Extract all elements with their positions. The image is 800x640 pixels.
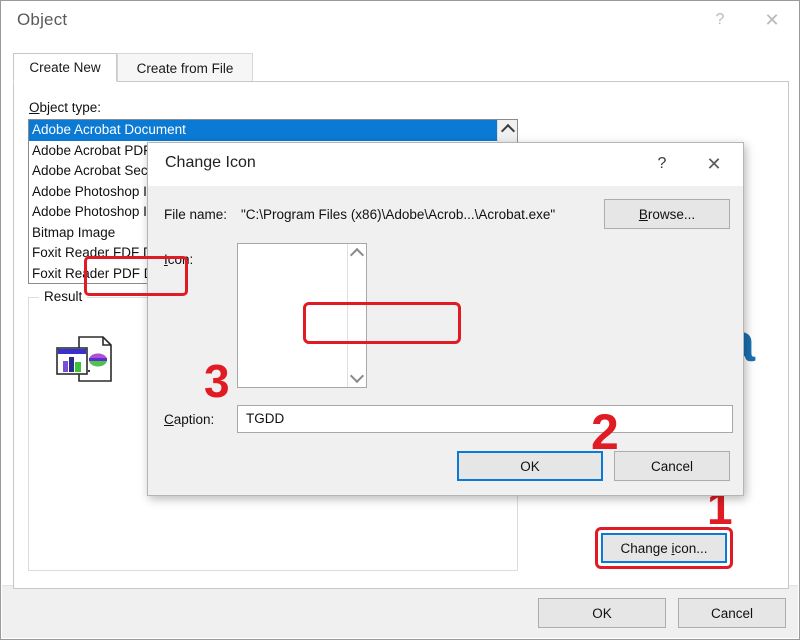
annotation-number-2: 2 [591,404,619,460]
change-icon-cancel-button[interactable]: Cancel [614,451,730,481]
tabstrip: Create New Create from File [13,53,789,82]
change-icon-ok-button[interactable]: OK [457,451,603,481]
icon-label: Icon: [164,252,194,267]
tab-create-from-file[interactable]: Create from File [117,53,253,82]
object-dialog-footer: OK Cancel [2,585,798,638]
file-name-label: File name: [164,207,228,222]
scroll-up-icon[interactable] [498,120,517,139]
cancel-button[interactable]: Cancel [678,598,786,628]
ok-button[interactable]: OK [538,598,666,628]
result-legend: Result [39,289,88,304]
close-icon[interactable]: ✕ [749,1,795,39]
change-icon-button-label: Change icon... [620,540,708,556]
object-dialog-titlebar: Object ? ✕ [1,1,799,41]
change-icon-button[interactable]: Change icon... [601,533,727,563]
list-item[interactable]: Adobe Acrobat Document [29,120,517,141]
scroll-down-icon[interactable] [348,368,366,387]
file-name-value: "C:\Program Files (x86)\Adobe\Acrob...\A… [241,207,556,222]
browse-button[interactable]: Browse... [604,199,730,229]
icon-listbox-scrollbar[interactable] [347,244,366,387]
caption-input[interactable]: TGDD [237,405,733,433]
object-dialog-title: Object [17,10,68,29]
browse-button-label: Browse... [638,206,696,222]
tab-create-new[interactable]: Create New [13,53,117,82]
caption-label: Caption: [164,412,215,427]
object-type-label: Object type: [29,100,102,115]
help-icon[interactable]: ? [639,143,685,185]
document-chart-icon [56,336,112,382]
help-icon[interactable]: ? [697,1,743,39]
change-icon-dialog: Change Icon ? ✕ File name: "C:\Program F… [147,142,744,496]
annotation-number-3: 3 [204,355,230,407]
scroll-up-icon[interactable] [348,244,366,263]
change-icon-titlebar: Change Icon ? ✕ [148,143,743,186]
icon-listbox[interactable] [237,243,367,388]
change-icon-title: Change Icon [165,154,256,171]
close-icon[interactable]: ✕ [691,143,737,185]
